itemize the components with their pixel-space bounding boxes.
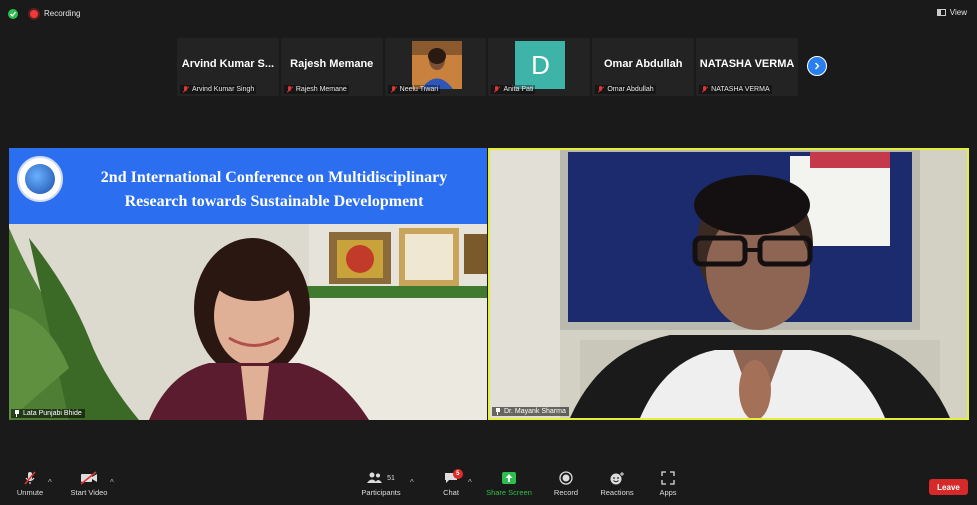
unmute-button[interactable]: Unmute bbox=[10, 468, 50, 505]
participant-name: Anita Pati bbox=[503, 86, 534, 93]
participant-tile[interactable]: Omar Abdullah Omar Abdullah bbox=[592, 38, 695, 96]
chat-options-caret[interactable]: ^ bbox=[468, 478, 472, 487]
participant-name: Arvind Kumar Singh bbox=[192, 86, 255, 93]
mic-muted-icon bbox=[597, 86, 604, 93]
view-button[interactable]: View bbox=[936, 8, 967, 17]
mic-muted-icon bbox=[493, 86, 500, 93]
record-button[interactable]: Record bbox=[549, 468, 583, 505]
speaker-nametag: Lata Punjabi Bhide bbox=[11, 409, 85, 418]
participant-display-name: NATASHA VERMA bbox=[699, 58, 795, 70]
share-screen-label: Share Screen bbox=[486, 488, 532, 497]
reactions-button[interactable]: Reactions bbox=[597, 468, 637, 505]
grid-view-icon bbox=[936, 9, 946, 16]
participant-display-name: Omar Abdullah bbox=[604, 58, 683, 70]
apps-button[interactable]: Apps bbox=[654, 468, 682, 505]
speaker-name: Dr. Mayank Sharma bbox=[504, 408, 566, 415]
unmute-label: Unmute bbox=[16, 488, 44, 497]
view-label: View bbox=[949, 8, 967, 17]
participant-nametag: Neelu Tiwari bbox=[387, 85, 441, 94]
start-video-button[interactable]: Start Video bbox=[66, 468, 112, 505]
conference-banner: 2nd International Conference on Multidis… bbox=[9, 148, 487, 224]
security-shield-icon[interactable] bbox=[8, 9, 18, 19]
participant-tile[interactable]: Arvind Kumar S... Arvind Kumar Singh bbox=[177, 38, 279, 96]
chat-unread-badge: 5 bbox=[452, 469, 463, 479]
speaker-video-right[interactable]: Dr. Mayank Sharma bbox=[488, 148, 969, 420]
participant-name: Rajesh Memane bbox=[295, 86, 347, 93]
record-label: Record bbox=[553, 488, 579, 497]
recording-icon bbox=[30, 10, 38, 18]
participants-button[interactable]: 51 Participants bbox=[355, 468, 407, 505]
speaker-name: Lata Punjabi Bhide bbox=[23, 410, 82, 417]
participants-icon bbox=[367, 472, 383, 483]
participant-name: Omar Abdullah bbox=[607, 86, 654, 93]
chat-button[interactable]: 5 Chat bbox=[436, 468, 466, 505]
mic-muted-icon bbox=[390, 86, 397, 93]
participant-display-name: Rajesh Memane bbox=[290, 58, 374, 70]
speaker-video-left[interactable]: 2nd International Conference on Multidis… bbox=[9, 148, 487, 420]
record-icon bbox=[559, 471, 573, 485]
participant-nametag: Anita Pati bbox=[491, 85, 536, 94]
participant-name: NATASHA VERMA bbox=[711, 86, 770, 93]
participant-tile[interactable]: Neelu Tiwari bbox=[384, 38, 487, 96]
share-screen-button[interactable]: Share Screen bbox=[484, 468, 534, 505]
meeting-controls-bar: Unmute ^ Start Video ^ 51 Participants ^ bbox=[0, 468, 977, 505]
apps-label: Apps bbox=[659, 488, 677, 497]
chat-label: Chat bbox=[443, 488, 459, 497]
pin-icon bbox=[495, 408, 501, 415]
participant-nametag: Rajesh Memane bbox=[283, 85, 349, 94]
share-screen-icon bbox=[502, 472, 516, 484]
leave-button[interactable]: Leave bbox=[929, 479, 968, 495]
next-page-button[interactable] bbox=[807, 56, 827, 76]
audio-options-caret[interactable]: ^ bbox=[48, 478, 52, 487]
participant-avatar: D bbox=[515, 41, 566, 89]
participants-options-caret[interactable]: ^ bbox=[410, 478, 414, 487]
participant-nametag: Arvind Kumar Singh bbox=[180, 85, 257, 94]
participant-gallery-strip: Arvind Kumar S... Arvind Kumar Singh Raj… bbox=[177, 38, 800, 96]
video-options-caret[interactable]: ^ bbox=[110, 478, 114, 487]
video-feed-right bbox=[490, 150, 967, 418]
top-status-bar: Recording View bbox=[0, 0, 977, 28]
participants-count: 51 bbox=[387, 474, 395, 482]
pin-icon bbox=[14, 410, 20, 417]
participant-nametag: NATASHA VERMA bbox=[699, 85, 772, 94]
recording-label: Recording bbox=[44, 9, 81, 18]
participant-nametag: Omar Abdullah bbox=[595, 85, 656, 94]
apps-icon bbox=[661, 471, 675, 485]
start-video-label: Start Video bbox=[70, 488, 108, 497]
speaker-nametag: Dr. Mayank Sharma bbox=[492, 407, 569, 416]
mic-muted-icon bbox=[182, 86, 189, 93]
participants-label: Participants bbox=[361, 488, 401, 497]
banner-title: 2nd International Conference on Multidis… bbox=[100, 169, 448, 210]
globe-icon bbox=[25, 164, 55, 194]
reactions-label: Reactions bbox=[600, 488, 634, 497]
mic-muted-icon bbox=[701, 86, 708, 93]
participant-tile[interactable]: D Anita Pati bbox=[488, 38, 591, 96]
chevron-right-icon bbox=[815, 62, 820, 70]
conference-logo bbox=[17, 156, 63, 202]
participant-tile[interactable]: Rajesh Memane Rajesh Memane bbox=[280, 38, 383, 96]
participant-tile[interactable]: NATASHA VERMA NATASHA VERMA bbox=[696, 38, 798, 96]
mic-muted-icon bbox=[24, 471, 36, 485]
smiley-icon bbox=[610, 472, 624, 485]
camera-off-icon bbox=[80, 471, 97, 485]
mic-muted-icon bbox=[286, 86, 293, 93]
participant-display-name: Arvind Kumar S... bbox=[181, 58, 275, 70]
participant-name: Neelu Tiwari bbox=[399, 86, 439, 93]
